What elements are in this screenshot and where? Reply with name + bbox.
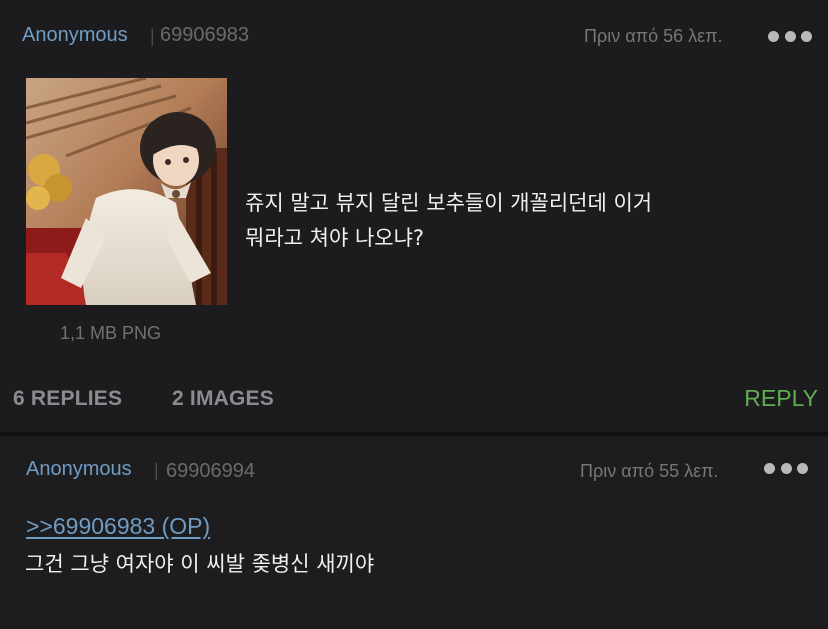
op-more-dots-icon[interactable] <box>768 30 812 42</box>
op-file-info: 1,1 MB PNG <box>60 323 162 343</box>
op-text-line: 쥬지 말고 뷰지 달린 보추들이 개꼴리던데 이거 <box>245 191 653 215</box>
images-count[interactable]: 2 IMAGES <box>172 387 274 411</box>
reply-author-name[interactable]: Anonymous <box>26 458 132 481</box>
reply-timestamp: Πριν από 55 λεπ. <box>580 461 719 481</box>
replies-count[interactable]: 6 REPLIES <box>13 387 122 411</box>
op-author-name[interactable]: Anonymous <box>22 24 128 47</box>
anime-character-icon <box>26 78 227 305</box>
op-timestamp: Πριν από 56 λεπ. <box>584 26 723 46</box>
op-image-thumbnail[interactable] <box>26 78 227 305</box>
op-post-text: 쥬지 말고 뷰지 달린 보추들이 개꼴리던데 이거 뭐라고 쳐야 나오냐? <box>245 186 805 256</box>
reply-separator: | <box>154 460 159 480</box>
reply-more-dots-icon[interactable] <box>764 462 808 474</box>
op-separator: | <box>150 26 155 46</box>
reply-button[interactable]: REPLY <box>744 385 818 412</box>
reply-post-text: 그건 그냥 여자야 이 씨발 좆병신 새끼야 <box>25 552 375 576</box>
op-post-id[interactable]: 69906983 <box>160 24 249 47</box>
quote-link[interactable]: >>69906983 (OP) <box>26 513 210 540</box>
op-text-line: 뭐라고 쳐야 나오냐? <box>245 226 425 250</box>
reply-post-id[interactable]: 69906994 <box>166 460 255 483</box>
op-post: Anonymous | 69906983 Πριν από 56 λεπ. 1,… <box>0 0 828 432</box>
